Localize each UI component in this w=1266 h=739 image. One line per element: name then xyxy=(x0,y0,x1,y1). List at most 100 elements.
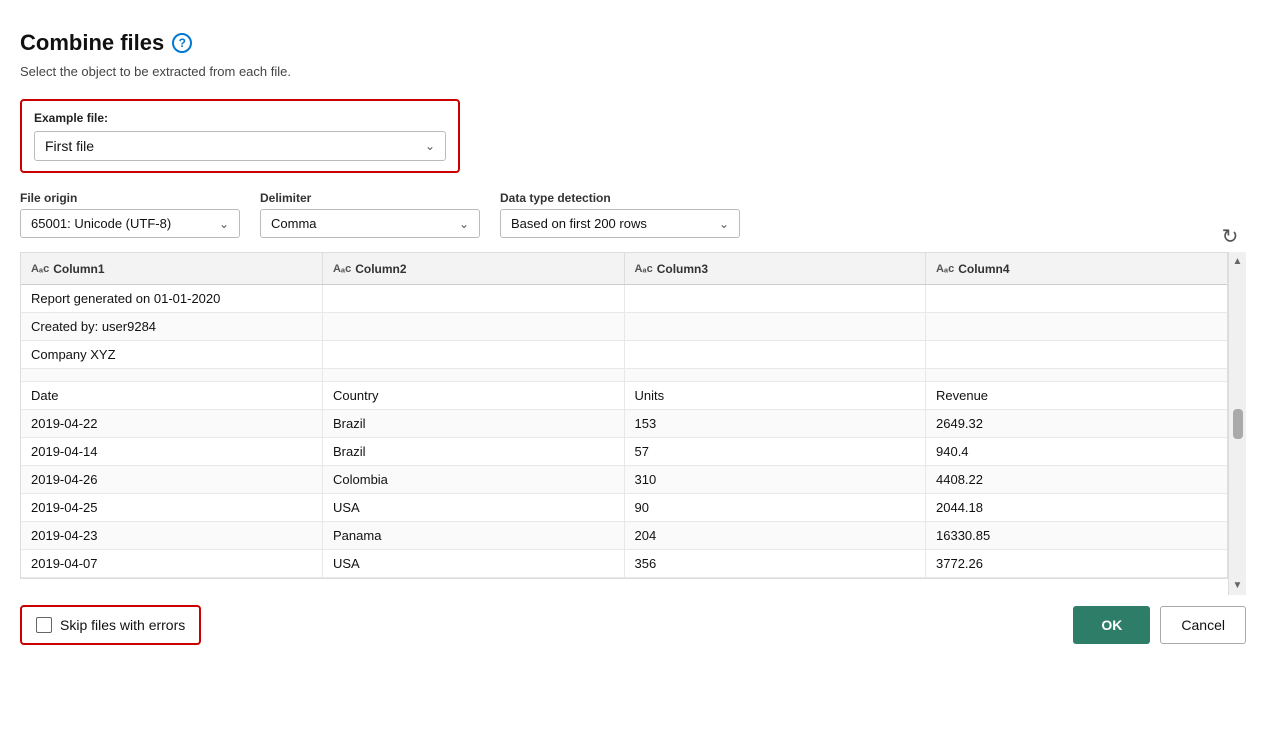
data-table: Aₐᴄ Column1 Aₐᴄ Column2 Aₐᴄ Column xyxy=(21,253,1227,578)
table-cell xyxy=(926,313,1228,341)
table-cell: Created by: user9284 xyxy=(21,313,323,341)
dialog-title-row: Combine files ? xyxy=(20,30,1246,56)
controls-row: File origin 65001: Unicode (UTF-8) ⌄ Del… xyxy=(20,191,740,238)
table-cell xyxy=(21,369,323,382)
table-row: 2019-04-07USA3563772.26 xyxy=(21,550,1227,578)
abc-icon-1: Aₐᴄ xyxy=(31,263,49,275)
example-file-section: Example file: First file ⌄ xyxy=(20,99,460,173)
scroll-down-arrow[interactable]: ▼ xyxy=(1231,578,1245,593)
table-cell: 2649.32 xyxy=(926,410,1228,438)
table-container: Aₐᴄ Column1 Aₐᴄ Column2 Aₐᴄ Column xyxy=(20,252,1228,579)
col2-label: Column2 xyxy=(355,262,406,276)
controls-outer: File origin 65001: Unicode (UTF-8) ⌄ Del… xyxy=(20,191,1246,252)
delimiter-label: Delimiter xyxy=(260,191,480,205)
table-cell: 16330.85 xyxy=(926,522,1228,550)
table-cell: 2019-04-26 xyxy=(21,466,323,494)
data-type-detection-label: Data type detection xyxy=(500,191,740,205)
table-cell: Report generated on 01-01-2020 xyxy=(21,285,323,313)
file-origin-chevron: ⌄ xyxy=(219,217,229,231)
delimiter-chevron: ⌄ xyxy=(459,217,469,231)
table-area: Aₐᴄ Column1 Aₐᴄ Column2 Aₐᴄ Column xyxy=(20,252,1246,595)
help-icon[interactable]: ? xyxy=(172,33,192,53)
table-cell: 310 xyxy=(624,466,926,494)
table-cell xyxy=(624,313,926,341)
table-row: 2019-04-14Brazil57940.4 xyxy=(21,438,1227,466)
table-cell: 2019-04-25 xyxy=(21,494,323,522)
data-type-detection-group: Data type detection Based on first 200 r… xyxy=(500,191,740,238)
table-cell: 940.4 xyxy=(926,438,1228,466)
file-origin-select[interactable]: 65001: Unicode (UTF-8) ⌄ xyxy=(20,209,240,238)
scroll-thumb[interactable] xyxy=(1233,409,1243,439)
skip-files-label: Skip files with errors xyxy=(60,617,185,633)
action-buttons: OK Cancel xyxy=(1073,606,1246,644)
bottom-area: Skip files with errors OK Cancel xyxy=(20,605,1246,645)
table-row: Created by: user9284 xyxy=(21,313,1227,341)
table-cell: USA xyxy=(323,550,625,578)
table-row: 2019-04-25USA902044.18 xyxy=(21,494,1227,522)
dialog-subtitle: Select the object to be extracted from e… xyxy=(20,64,1246,79)
skip-files-checkbox[interactable] xyxy=(36,617,52,633)
table-cell: USA xyxy=(323,494,625,522)
table-cell: 153 xyxy=(624,410,926,438)
delimiter-group: Delimiter Comma ⌄ xyxy=(260,191,480,238)
table-cell: Date xyxy=(21,382,323,410)
data-type-detection-select[interactable]: Based on first 200 rows ⌄ xyxy=(500,209,740,238)
ok-button[interactable]: OK xyxy=(1073,606,1150,644)
table-cell xyxy=(323,313,625,341)
example-file-select[interactable]: First file ⌄ xyxy=(34,131,446,161)
table-cell xyxy=(624,369,926,382)
table-cell: 356 xyxy=(624,550,926,578)
example-file-value: First file xyxy=(45,138,94,154)
file-origin-value: 65001: Unicode (UTF-8) xyxy=(31,216,171,231)
table-cell: Country xyxy=(323,382,625,410)
table-cell: Panama xyxy=(323,522,625,550)
table-cell: 2019-04-07 xyxy=(21,550,323,578)
refresh-button[interactable]: ↻ xyxy=(1214,220,1246,252)
col-header-3: Aₐᴄ Column3 xyxy=(624,253,926,285)
delimiter-select[interactable]: Comma ⌄ xyxy=(260,209,480,238)
table-row: 2019-04-22Brazil1532649.32 xyxy=(21,410,1227,438)
table-cell xyxy=(926,341,1228,369)
table-row xyxy=(21,369,1227,382)
delimiter-value: Comma xyxy=(271,216,317,231)
example-file-chevron: ⌄ xyxy=(425,139,435,153)
table-cell: 2019-04-14 xyxy=(21,438,323,466)
table-cell: 2019-04-22 xyxy=(21,410,323,438)
file-origin-group: File origin 65001: Unicode (UTF-8) ⌄ xyxy=(20,191,240,238)
skip-files-section: Skip files with errors xyxy=(20,605,201,645)
table-cell: 57 xyxy=(624,438,926,466)
scrollbar-area[interactable]: ▲ ▼ xyxy=(1228,252,1246,595)
table-cell xyxy=(926,285,1228,313)
table-cell: Revenue xyxy=(926,382,1228,410)
example-file-label: Example file: xyxy=(34,111,446,125)
table-cell xyxy=(624,341,926,369)
table-row: Company XYZ xyxy=(21,341,1227,369)
scroll-up-arrow[interactable]: ▲ xyxy=(1231,254,1245,269)
table-cell xyxy=(624,285,926,313)
table-cell: 2044.18 xyxy=(926,494,1228,522)
table-cell: Colombia xyxy=(323,466,625,494)
table-cell: Company XYZ xyxy=(21,341,323,369)
table-cell: Brazil xyxy=(323,410,625,438)
table-cell: 4408.22 xyxy=(926,466,1228,494)
table-cell: 3772.26 xyxy=(926,550,1228,578)
abc-icon-2: Aₐᴄ xyxy=(333,263,351,275)
col-header-1: Aₐᴄ Column1 xyxy=(21,253,323,285)
abc-icon-3: Aₐᴄ xyxy=(635,263,653,275)
col4-label: Column4 xyxy=(958,262,1009,276)
dialog-title: Combine files xyxy=(20,30,164,56)
table-row: DateCountryUnitsRevenue xyxy=(21,382,1227,410)
table-cell xyxy=(323,369,625,382)
table-row: 2019-04-23Panama20416330.85 xyxy=(21,522,1227,550)
table-cell: Brazil xyxy=(323,438,625,466)
table-cell: 2019-04-23 xyxy=(21,522,323,550)
col1-label: Column1 xyxy=(53,262,104,276)
cancel-button[interactable]: Cancel xyxy=(1160,606,1246,644)
col-header-2: Aₐᴄ Column2 xyxy=(323,253,625,285)
abc-icon-4: Aₐᴄ xyxy=(936,263,954,275)
data-type-detection-value: Based on first 200 rows xyxy=(511,216,647,231)
col-header-4: Aₐᴄ Column4 xyxy=(926,253,1228,285)
table-cell: 90 xyxy=(624,494,926,522)
table-row: Report generated on 01-01-2020 xyxy=(21,285,1227,313)
table-row: 2019-04-26Colombia3104408.22 xyxy=(21,466,1227,494)
